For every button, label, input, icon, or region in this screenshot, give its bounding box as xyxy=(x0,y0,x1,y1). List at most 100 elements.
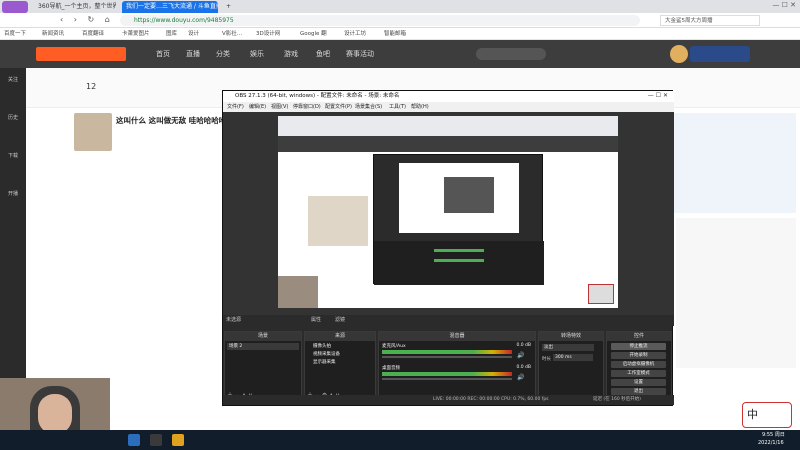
duration-input[interactable]: 300 ms xyxy=(553,354,593,361)
obs-titlebar: OBS 27.1.3 (64-bit, windows) - 配置文件: 未命名… xyxy=(223,91,674,102)
menu-view[interactable]: 视图(V) xyxy=(271,102,288,112)
bookmark-item[interactable]: Google 翻 xyxy=(300,29,327,39)
nested-panels xyxy=(374,241,544,285)
mixer-track-db: 0.0 dB xyxy=(516,343,531,348)
transition-select[interactable]: 淡出 xyxy=(542,344,594,351)
url-input[interactable]: https://www.douyu.com/9485975 xyxy=(120,15,640,26)
volume-slider[interactable] xyxy=(382,378,512,380)
mixer-track-name: 麦克风/Aux xyxy=(382,344,406,349)
stop-streaming-button[interactable]: 停止推流 xyxy=(611,343,666,350)
taskbar-time[interactable]: 9:55 周日 xyxy=(762,431,785,438)
sidebar-item-history[interactable]: 历史 xyxy=(6,114,20,121)
taskbar-date[interactable]: 2022/1/16 xyxy=(758,440,784,446)
scene-item[interactable]: 场景 2 xyxy=(227,343,299,350)
bookmarks-bar: 百度一下 新闻资讯 百度翻译 卡萧爱图片 图库 设计 V影社… 3D设计网 Go… xyxy=(0,28,800,40)
sources-panel: 来源 摄像头拍 视频采集设备 显示器采集 ＋ − ⚙ ∧ ∨ xyxy=(304,331,376,403)
window-controls[interactable]: — ☐ ✕ xyxy=(772,1,796,9)
sidebar-item-download[interactable]: 下载 xyxy=(6,152,20,159)
preview-header xyxy=(278,136,618,152)
douyu-header: 首页 直播 分类 娱乐 游戏 鱼吧 赛事活动 xyxy=(0,40,800,68)
new-tab-button[interactable]: + xyxy=(222,1,232,13)
nested-preview xyxy=(399,163,519,233)
nav-fishbar[interactable]: 鱼吧 xyxy=(316,49,330,59)
bookmark-item[interactable]: 设计工坊 xyxy=(344,29,366,39)
nav-entertainment[interactable]: 娱乐 xyxy=(250,49,264,59)
bookmark-item[interactable]: 百度一下 xyxy=(4,29,26,39)
source-item[interactable]: 视频采集设备 xyxy=(307,351,373,358)
transitions-header: 转场特效 xyxy=(539,332,603,341)
address-bar-row: ‹ › ↻ ⌂ https://www.douyu.com/9485975 大金… xyxy=(0,13,800,28)
sources-header: 来源 xyxy=(305,332,375,341)
bookmark-item[interactable]: 新闻资讯 xyxy=(42,29,64,39)
bookmark-item[interactable]: 智能邮箱 xyxy=(384,29,406,39)
source-toolbar: 未选源 属性 滤镜 xyxy=(223,315,674,326)
controls-panel: 控件 停止推流 开始录制 启动虚拟摄像机 工作室模式 设置 退出 xyxy=(606,331,672,403)
duration-label: 时长 xyxy=(542,357,551,362)
menu-docks[interactable]: 停靠窗口(D) xyxy=(293,102,321,112)
speaker-icon[interactable]: 🔊 xyxy=(517,374,524,381)
sidebar-item-follow[interactable]: 关注 xyxy=(6,76,20,83)
menu-help[interactable]: 帮助(H) xyxy=(411,102,429,112)
volume-slider[interactable] xyxy=(382,356,512,358)
menu-scene-collection[interactable]: 场景集合(S) xyxy=(355,102,382,112)
search-input[interactable]: 大金鲨5周大方周播 xyxy=(660,15,760,26)
bookmark-item[interactable]: 图库 xyxy=(166,29,177,39)
bookmark-item[interactable]: 设计 xyxy=(188,29,199,39)
douyu-search[interactable] xyxy=(476,48,546,60)
promo-banner[interactable] xyxy=(690,46,750,62)
menu-tools[interactable]: 工具(T) xyxy=(389,102,406,112)
tab-douyu[interactable]: 我们一定要…三飞大流通 / 斗鱼直播 xyxy=(122,1,218,13)
volume-meter xyxy=(382,372,512,376)
mixer-panel: 混音器 麦克风/Aux 0.0 dB 🔊 桌面音频 0.0 dB 🔊 xyxy=(378,331,536,403)
mixer-track-db: 0.0 dB xyxy=(516,365,531,370)
studio-mode-button[interactable]: 工作室模式 xyxy=(611,370,666,377)
bookmark-item[interactable]: 3D设计网 xyxy=(256,29,280,39)
scenes-header: 场景 xyxy=(225,332,301,341)
source-item[interactable]: 摄像头拍 xyxy=(307,343,373,350)
sidebar-item-broadcast[interactable]: 开播 xyxy=(6,190,20,197)
avatar[interactable] xyxy=(670,45,688,63)
source-item[interactable]: 显示器采集 xyxy=(307,359,373,366)
person-face xyxy=(38,394,72,434)
start-recording-button[interactable]: 开始录制 xyxy=(611,352,666,359)
mixer-header: 混音器 xyxy=(379,332,535,341)
nav-games[interactable]: 游戏 xyxy=(284,49,298,59)
taskbar-obs-icon[interactable] xyxy=(150,434,162,446)
preview-page-left xyxy=(308,196,368,246)
properties-button[interactable]: 属性 xyxy=(311,316,321,323)
obs-statusbar: LIVE: 00:00:00 REC: 00:00:00 CPU: 0.7%, … xyxy=(223,395,674,405)
nav-category[interactable]: 分类 xyxy=(216,49,230,59)
virtual-camera-button[interactable]: 启动虚拟摄像机 xyxy=(611,361,666,368)
menu-file[interactable]: 文件(F) xyxy=(227,102,244,112)
side-ad[interactable] xyxy=(666,113,796,213)
nav-events[interactable]: 赛事活动 xyxy=(346,49,374,59)
nav-live[interactable]: 直播 xyxy=(186,49,200,59)
nested-meter xyxy=(434,249,484,252)
settings-button[interactable]: 设置 xyxy=(611,379,666,386)
bookmark-item[interactable]: V影社… xyxy=(222,29,242,39)
exit-button[interactable]: 退出 xyxy=(611,388,666,395)
bookmark-item[interactable]: 卡萧爱图片 xyxy=(122,29,150,39)
filters-button[interactable]: 滤镜 xyxy=(335,316,345,323)
scenes-panel: 场景 场景 2 ＋ − ∧ ∨ xyxy=(224,331,302,403)
obs-preview[interactable] xyxy=(223,112,674,315)
browser-tabbar: 360导航_一个主页，整个世界 我们一定要…三飞大流通 / 斗鱼直播 + — ☐… xyxy=(0,0,800,13)
taskbar-browser-icon[interactable] xyxy=(172,434,184,446)
streamer-avatar[interactable] xyxy=(74,113,112,151)
obs-window-controls[interactable]: — ☐ ✕ xyxy=(648,92,668,99)
tab-360[interactable]: 360导航_一个主页，整个世界 xyxy=(34,1,116,13)
obs-menubar: 文件(F) 编辑(E) 视图(V) 停靠窗口(D) 配置文件(P) 场景集合(S… xyxy=(223,102,674,112)
taskbar: 9:55 周日 2022/1/16 xyxy=(0,430,800,450)
bookmark-item[interactable]: 百度翻译 xyxy=(82,29,104,39)
controls-header: 控件 xyxy=(607,332,671,341)
douyu-logo[interactable] xyxy=(36,47,126,61)
menu-profile[interactable]: 配置文件(P) xyxy=(325,102,352,112)
nav-home[interactable]: 首页 xyxy=(156,49,170,59)
taskbar-app-icon[interactable] xyxy=(128,434,140,446)
preview-browser-chrome xyxy=(278,116,618,136)
menu-edit[interactable]: 编辑(E) xyxy=(249,102,266,112)
nested-meter xyxy=(434,259,484,262)
ime-badge[interactable]: 中 xyxy=(742,402,792,428)
nav-buttons[interactable]: ‹ › ↻ ⌂ xyxy=(60,15,114,24)
speaker-icon[interactable]: 🔊 xyxy=(517,352,524,359)
